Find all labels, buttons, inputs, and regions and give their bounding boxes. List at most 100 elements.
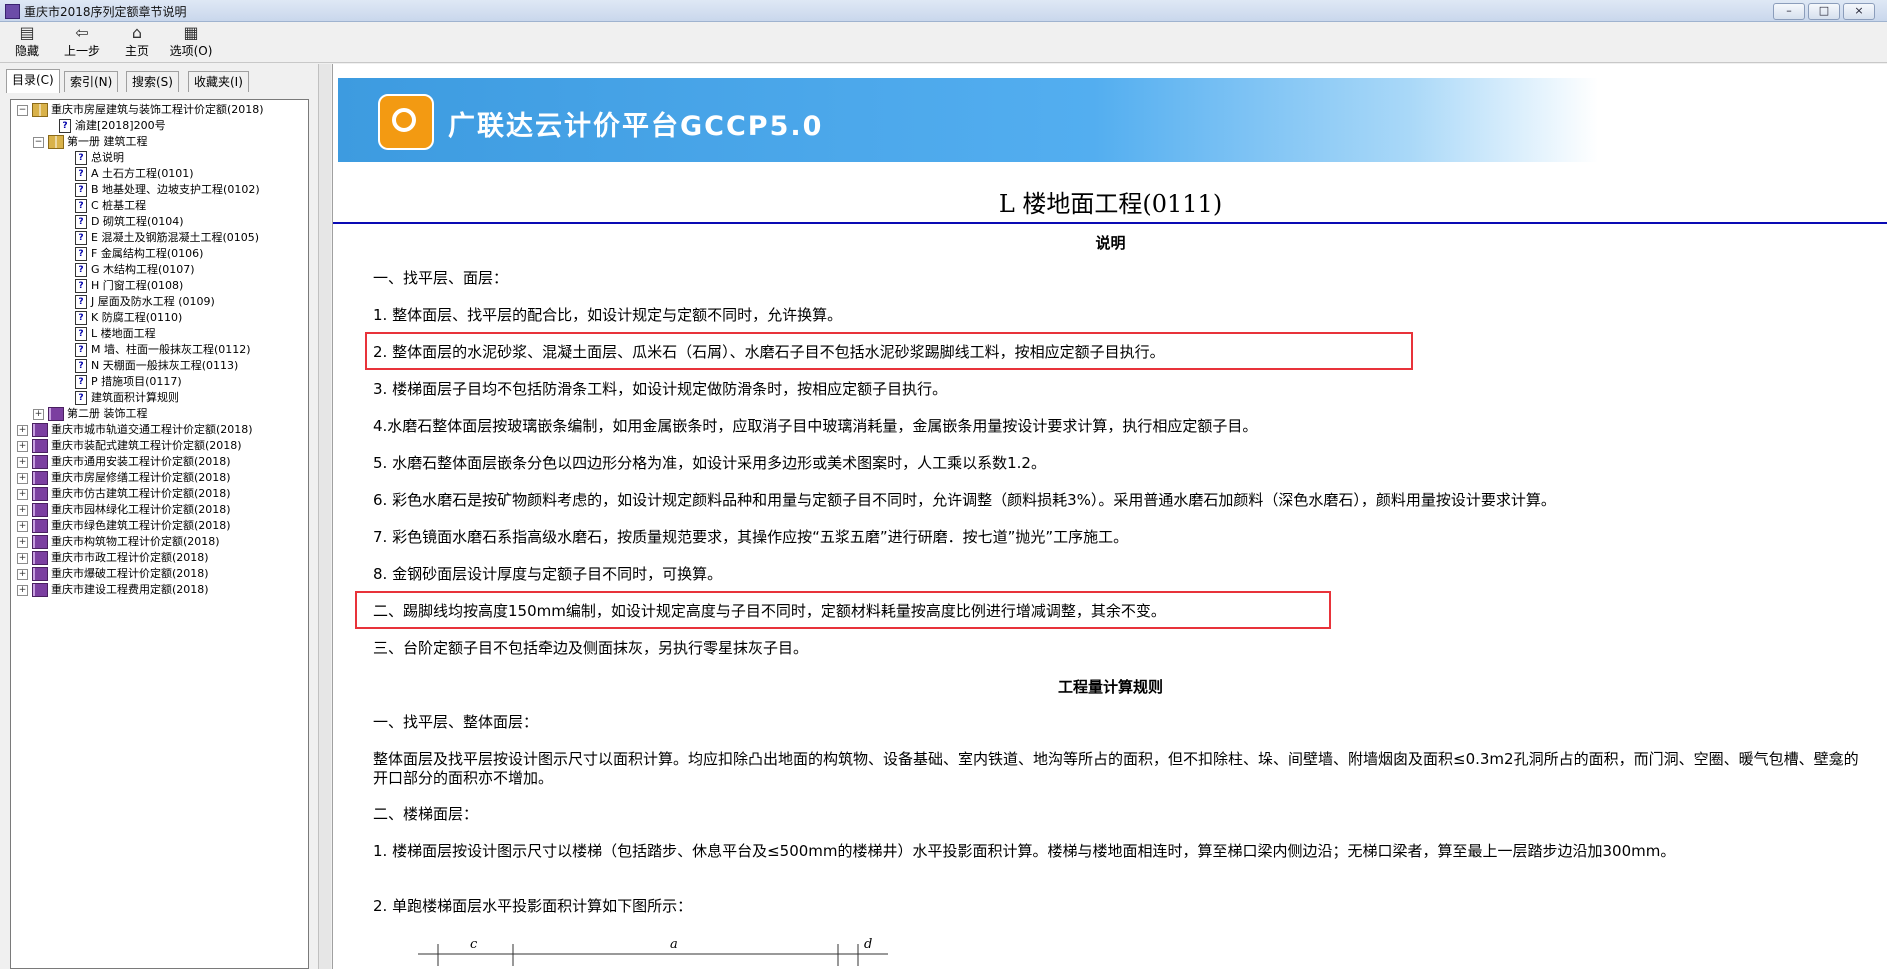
tree-item[interactable]: ? P 措施项目(0117)	[75, 374, 182, 390]
minimize-button[interactable]: –	[1773, 3, 1805, 20]
tree-item-label: D 砌筑工程(0104)	[91, 215, 184, 228]
expand-icon[interactable]: +	[17, 424, 28, 436]
tree-item[interactable]: + 重庆市通用安装工程计价定额(2018)	[17, 454, 231, 470]
tree-item-label: H 门窗工程(0108)	[91, 279, 184, 292]
expand-icon[interactable]: +	[17, 456, 28, 468]
tab-index[interactable]: 索引(N)	[64, 71, 119, 92]
tree-item[interactable]: − 第一册 建筑工程	[33, 134, 148, 150]
tab-favorites[interactable]: 收藏夹(I)	[188, 71, 249, 92]
app-icon	[5, 4, 20, 19]
expand-icon[interactable]: +	[33, 408, 44, 420]
tree-item[interactable]: + 重庆市园林绿化工程计价定额(2018)	[17, 502, 231, 518]
contents-tree[interactable]: − 重庆市房屋建筑与装饰工程计价定额(2018)? 渝建[2018]200号 − 第一册…	[10, 99, 309, 969]
section-heading-explanation: 说明	[1095, 234, 1126, 252]
tree-item-label: 重庆市建设工程费用定额(2018)	[51, 583, 209, 596]
collapse-icon[interactable]: −	[17, 104, 28, 116]
tree-item-label: 重庆市房屋修缮工程计价定额(2018)	[51, 471, 231, 484]
tree-item-label: 重庆市市政工程计价定额(2018)	[51, 551, 209, 564]
help-page-icon: ?	[75, 215, 87, 229]
tree-item[interactable]: + 重庆市构筑物工程计价定额(2018)	[17, 534, 220, 550]
paragraph: 一、找平层、面层：	[373, 269, 509, 287]
tree-item[interactable]: + 重庆市城市轨道交通工程计价定额(2018)	[17, 422, 253, 438]
expand-icon[interactable]: +	[17, 488, 28, 500]
back-button[interactable]: ⇦ 上一步	[58, 24, 106, 60]
tree-item[interactable]: ? F 金属结构工程(0106)	[75, 246, 203, 262]
tree-item[interactable]: ? 总说明	[75, 150, 124, 166]
tree-item-label: 建筑面积计算规则	[91, 391, 179, 404]
expand-icon[interactable]: +	[17, 504, 28, 516]
home-button[interactable]: ⌂ 主页	[120, 24, 154, 60]
tree-item[interactable]: + 重庆市房屋修缮工程计价定额(2018)	[17, 470, 231, 486]
diagram-label-d: d	[864, 937, 872, 952]
tree-item[interactable]: − 重庆市房屋建筑与装饰工程计价定额(2018)	[17, 102, 264, 118]
closed-book-icon	[48, 407, 64, 421]
tree-item-label: L 楼地面工程	[91, 327, 156, 340]
highlight-box	[355, 591, 1331, 629]
tree-item[interactable]: + 重庆市建设工程费用定额(2018)	[17, 582, 209, 598]
tree-item-label: 第二册 装饰工程	[67, 407, 148, 420]
hide-icon: ▤	[19, 23, 35, 42]
toolbar: ▤ 隐藏 ⇦ 上一步 ⌂ 主页 ▦ 选项(O)	[0, 22, 1887, 63]
paragraph: 4.水磨石整体面层按玻璃嵌条编制，如用金属嵌条时，应取消子目中玻璃消耗量，金属嵌…	[373, 417, 1258, 435]
expand-icon[interactable]: +	[17, 568, 28, 580]
tree-item[interactable]: ? E 混凝土及钢筋混凝土工程(0105)	[75, 230, 259, 246]
help-page-icon: ?	[75, 199, 87, 213]
tree-item[interactable]: + 重庆市装配式建筑工程计价定额(2018)	[17, 438, 242, 454]
tree-item[interactable]: ? B 地基处理、边坡支护工程(0102)	[75, 182, 260, 198]
paragraph: 2. 单跑楼梯面层水平投影面积计算如下图所示：	[373, 897, 693, 915]
tree-item[interactable]: ? 渝建[2018]200号	[59, 118, 166, 134]
tree-item-label: 总说明	[91, 151, 124, 164]
tree-item[interactable]: + 重庆市爆破工程计价定额(2018)	[17, 566, 209, 582]
help-page-icon: ?	[75, 263, 87, 277]
expand-icon[interactable]: +	[17, 520, 28, 532]
expand-icon[interactable]: +	[17, 440, 28, 452]
tree-item[interactable]: ? M 墙、柱面一般抹灰工程(0112)	[75, 342, 251, 358]
expand-icon[interactable]: +	[17, 552, 28, 564]
tab-contents[interactable]: 目录(C)	[6, 69, 60, 93]
tree-item[interactable]: + 重庆市仿古建筑工程计价定额(2018)	[17, 486, 231, 502]
expand-icon[interactable]: +	[17, 584, 28, 596]
help-page-icon: ?	[75, 359, 87, 373]
expand-icon[interactable]: +	[17, 472, 28, 484]
pane-splitter[interactable]	[318, 64, 331, 969]
tree-item-label: J 屋面及防水工程 (0109)	[91, 295, 215, 308]
tree-item[interactable]: ? J 屋面及防水工程 (0109)	[75, 294, 215, 310]
tree-item-label: 重庆市装配式建筑工程计价定额(2018)	[51, 439, 242, 452]
content-pane[interactable]: 广联达云计价平台GCCP5.0 L 楼地面工程(0111) 说明 一、找平层、面…	[332, 64, 1887, 969]
tree-item[interactable]: ? A 土石方工程(0101)	[75, 166, 194, 182]
collapse-icon[interactable]: −	[33, 136, 44, 148]
tree-item-label: P 措施项目(0117)	[91, 375, 182, 388]
tree-item-label: 重庆市城市轨道交通工程计价定额(2018)	[51, 423, 253, 436]
tree-item-label: G 木结构工程(0107)	[91, 263, 195, 276]
tree-item[interactable]: ? H 门窗工程(0108)	[75, 278, 183, 294]
tree-item[interactable]: + 第二册 装饰工程	[33, 406, 148, 422]
tree-item[interactable]: ? G 木结构工程(0107)	[75, 262, 195, 278]
tab-search[interactable]: 搜索(S)	[126, 71, 179, 92]
navigation-pane: 目录(C) 索引(N) 搜索(S) 收藏夹(I) − 重庆市房屋建筑与装饰工程计价…	[0, 64, 318, 969]
tree-item[interactable]: ? D 砌筑工程(0104)	[75, 214, 184, 230]
title-divider	[333, 222, 1887, 224]
hide-button[interactable]: ▤ 隐藏	[10, 24, 44, 60]
help-page-icon: ?	[75, 247, 87, 261]
tree-item[interactable]: + 重庆市绿色建筑工程计价定额(2018)	[17, 518, 231, 534]
paragraph: 6. 彩色水磨石是按矿物颜料考虑的，如设计规定颜料品种和用量与定额子目不同时，允…	[373, 491, 1556, 509]
home-icon: ⌂	[131, 23, 143, 42]
tree-item[interactable]: ? 建筑面积计算规则	[75, 390, 179, 406]
expand-icon[interactable]: +	[17, 536, 28, 548]
close-button[interactable]: ×	[1843, 3, 1875, 20]
tree-item[interactable]: ? N 天棚面一般抹灰工程(0113)	[75, 358, 238, 374]
tree-item-label: 重庆市构筑物工程计价定额(2018)	[51, 535, 220, 548]
paragraph: 1. 楼梯面层按设计图示尺寸以楼梯（包括踏步、休息平台及≤500mm的楼梯井）水…	[373, 842, 1676, 860]
tree-item[interactable]: + 重庆市市政工程计价定额(2018)	[17, 550, 209, 566]
window-title: 重庆市2018序列定额章节说明	[24, 5, 187, 19]
tree-item[interactable]: ? L 楼地面工程	[75, 326, 156, 342]
help-page-icon: ?	[59, 119, 71, 133]
diagram-label-c: c	[470, 937, 478, 952]
tree-item[interactable]: ? C 桩基工程	[75, 198, 146, 214]
tree-item-label: N 天棚面一般抹灰工程(0113)	[91, 359, 239, 372]
options-button[interactable]: ▦ 选项(O)	[166, 24, 216, 60]
tree-item[interactable]: ? K 防腐工程(0110)	[75, 310, 182, 326]
maximize-button[interactable]: □	[1808, 3, 1840, 20]
help-page-icon: ?	[75, 231, 87, 245]
tree-item-label: 渝建[2018]200号	[75, 119, 166, 132]
